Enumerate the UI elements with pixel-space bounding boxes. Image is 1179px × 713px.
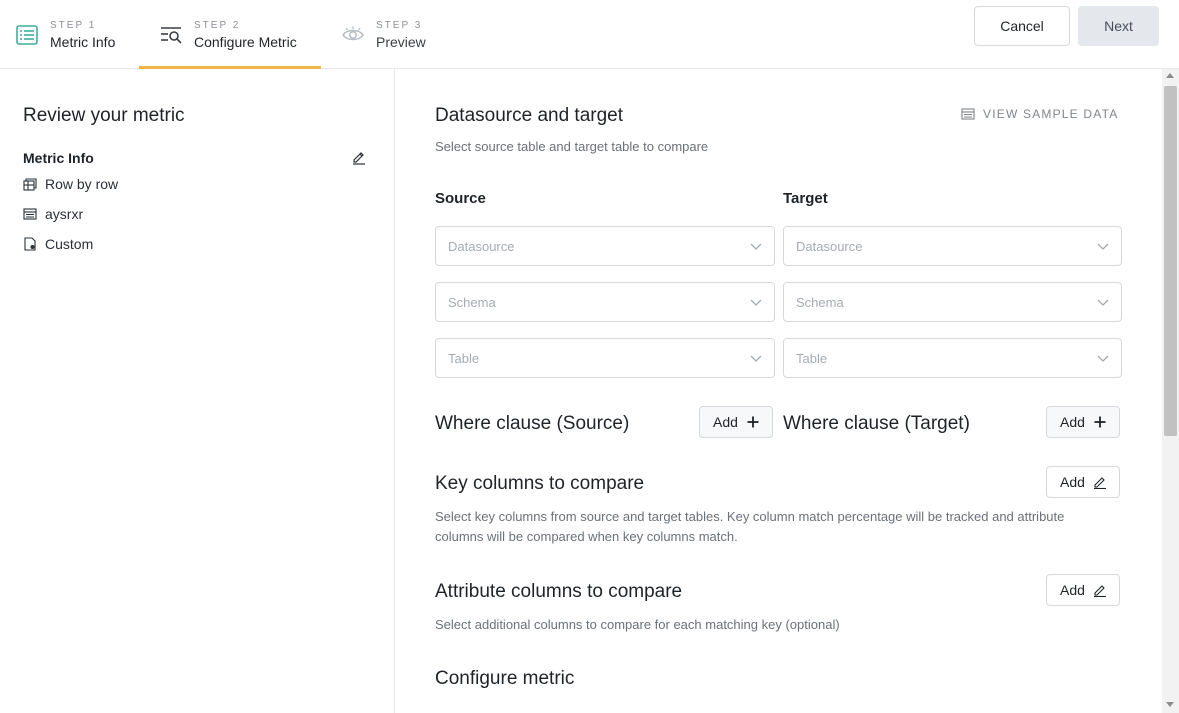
view-sample-data-label: VIEW SAMPLE DATA [983,107,1119,121]
row-by-row-icon [23,177,37,191]
chevron-down-icon [750,240,762,252]
where-source-title: Where clause (Source) [435,413,630,434]
add-label: Add [1060,414,1085,430]
add-attribute-columns-button[interactable]: Add [1046,574,1120,606]
attribute-columns-title: Attribute columns to compare [435,581,683,602]
review-item-table: aysrxr [23,206,83,222]
scroll-up-arrow-icon[interactable] [1166,73,1174,78]
step-number: STEP 2 [194,19,241,31]
cancel-button[interactable]: Cancel [974,6,1070,46]
edit-icon [1093,475,1107,489]
chevron-down-icon [1097,240,1109,252]
step-label: Preview [376,33,426,50]
step-number: STEP 1 [50,19,97,31]
table-icon [961,107,975,121]
review-item-label: Row by row [45,176,119,192]
step-preview[interactable]: STEP 3 Preview [340,0,426,69]
review-item-label: aysrxr [45,206,84,222]
custom-doc-icon [23,237,37,251]
review-item-row-by-row: Row by row [23,176,118,192]
chevron-down-icon [750,296,762,308]
configure-metric-title: Configure metric [435,668,575,689]
step-metric-info[interactable]: STEP 1 Metric Info [14,0,115,69]
select-placeholder: Datasource [796,238,863,254]
list-icon [14,22,40,48]
view-sample-data-button[interactable]: VIEW SAMPLE DATA [961,107,1118,121]
review-item-custom: Custom [23,236,93,252]
chevron-down-icon [1097,352,1109,364]
step-label: Configure Metric [194,33,297,50]
target-table-select[interactable]: Table [783,338,1122,378]
review-panel: Review your metric Metric Info Row by ro… [0,69,395,713]
select-placeholder: Schema [796,294,844,310]
add-where-source-button[interactable]: Add [699,406,773,438]
add-key-columns-button[interactable]: Add [1046,466,1120,498]
chevron-down-icon [1097,296,1109,308]
add-label: Add [1060,474,1085,490]
target-schema-select[interactable]: Schema [783,282,1122,322]
where-target-title: Where clause (Target) [783,413,970,434]
next-button[interactable]: Next [1078,6,1159,46]
key-columns-description-line2: columns will be compared when key column… [435,529,738,544]
scrollbar[interactable] [1162,69,1179,713]
metric-info-title: Metric Info [23,150,94,166]
step-configure-metric[interactable]: STEP 2 Configure Metric [158,0,297,69]
scroll-down-arrow-icon[interactable] [1166,702,1174,707]
table-icon [23,207,37,221]
edit-icon[interactable] [351,149,367,165]
select-placeholder: Table [796,350,828,366]
step-label: Metric Info [50,33,116,50]
datasource-title: Datasource and target [435,105,624,126]
key-columns-title: Key columns to compare [435,473,645,494]
key-columns-description-line1: Select key columns from source and targe… [435,509,1065,524]
chevron-down-icon [750,352,762,364]
add-label: Add [713,414,738,430]
eye-icon [340,22,366,48]
edit-icon [1093,583,1107,597]
review-item-label: Custom [45,236,94,252]
top-bar: STEP 1 Metric Info STEP 2 Configure Metr… [0,0,1179,69]
add-label: Add [1060,582,1085,598]
target-heading: Target [783,190,828,207]
select-placeholder: Schema [448,294,496,310]
source-schema-select[interactable]: Schema [435,282,775,322]
select-placeholder: Table [448,350,480,366]
add-where-target-button[interactable]: Add [1046,406,1120,438]
attribute-columns-description: Select additional columns to compare for… [435,617,840,632]
scrollbar-thumb[interactable] [1164,86,1177,436]
review-title: Review your metric [23,105,185,126]
source-heading: Source [435,190,486,207]
plus-icon [1093,415,1107,429]
source-table-select[interactable]: Table [435,338,775,378]
step-number: STEP 3 [376,19,423,31]
datasource-subtitle: Select source table and target table to … [435,139,709,154]
target-datasource-select[interactable]: Datasource [783,226,1122,266]
select-placeholder: Datasource [448,238,515,254]
search-list-icon [158,22,184,48]
configure-panel: Datasource and target VIEW SAMPLE DATA S… [396,69,1162,713]
plus-icon [746,415,760,429]
source-datasource-select[interactable]: Datasource [435,226,775,266]
